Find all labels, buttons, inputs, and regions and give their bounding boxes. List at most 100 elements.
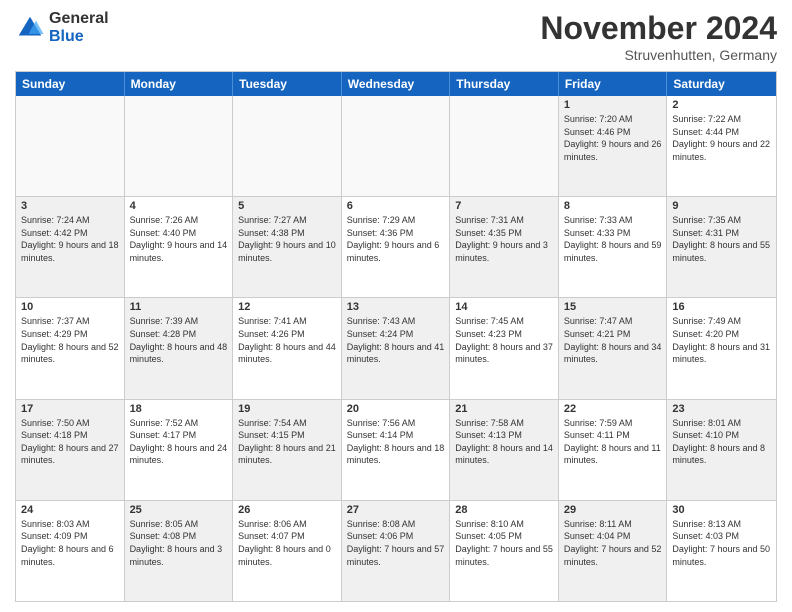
title-section: November 2024 Struvenhutten, Germany (540, 10, 777, 63)
calendar-cell: 8Sunrise: 7:33 AM Sunset: 4:33 PM Daylig… (559, 197, 668, 297)
day-number: 7 (455, 200, 553, 212)
calendar-week-0: 1Sunrise: 7:20 AM Sunset: 4:46 PM Daylig… (16, 96, 776, 197)
calendar-cell: 25 Sunrise: 8:05 AM Sunset: 4:08 PM Dayli… (125, 501, 234, 601)
calendar-cell: 28 Sunrise: 8:10 AM Sunset: 4:05 PM Dayli… (450, 501, 559, 601)
day-number: 15 (564, 301, 662, 313)
cell-info: Sunrise: 7:29 AM Sunset: 4:36 PM Dayligh… (347, 214, 445, 264)
calendar-week-1: 3Sunrise: 7:24 AM Sunset: 4:42 PM Daylig… (16, 197, 776, 298)
day-number: 10 (21, 301, 119, 313)
calendar-cell: 3Sunrise: 7:24 AM Sunset: 4:42 PM Daylig… (16, 197, 125, 297)
day-number: 6 (347, 200, 445, 212)
header-day-wednesday: Wednesday (342, 72, 451, 96)
day-number: 30 (672, 504, 771, 516)
cell-info: Sunrise: 7:35 AM Sunset: 4:31 PM Dayligh… (672, 214, 771, 264)
calendar-cell: 6 Sunrise: 7:29 AM Sunset: 4:36 PM Daylig… (342, 197, 451, 297)
day-number: 14 (455, 301, 553, 313)
calendar-cell: 2Sunrise: 7:22 AM Sunset: 4:44 PM Daylig… (667, 96, 776, 196)
day-number: 26 (238, 504, 336, 516)
cell-info: Sunrise: 7:56 AM Sunset: 4:14 PM Dayligh… (347, 417, 445, 467)
cell-info: Sunrise: 7:41 AM Sunset: 4:26 PM Dayligh… (238, 315, 336, 365)
calendar-cell: 17 Sunrise: 7:50 AM Sunset: 4:18 PM Dayli… (16, 400, 125, 500)
day-number: 13 (347, 301, 445, 313)
header-day-thursday: Thursday (450, 72, 559, 96)
header-day-sunday: Sunday (16, 72, 125, 96)
cell-info: Sunrise: 7:54 AM Sunset: 4:15 PM Dayligh… (238, 417, 336, 467)
day-number: 9 (672, 200, 771, 212)
calendar-cell: 14 Sunrise: 7:45 AM Sunset: 4:23 PM Dayli… (450, 298, 559, 398)
cell-info: Sunrise: 7:58 AM Sunset: 4:13 PM Dayligh… (455, 417, 553, 467)
logo-general: General (49, 10, 109, 28)
calendar-cell: 16 Sunrise: 7:49 AM Sunset: 4:20 PM Dayli… (667, 298, 776, 398)
cell-info: Sunrise: 7:31 AM Sunset: 4:35 PM Dayligh… (455, 214, 553, 264)
calendar-week-2: 10 Sunrise: 7:37 AM Sunset: 4:29 PM Dayli… (16, 298, 776, 399)
cell-info: Sunrise: 7:45 AM Sunset: 4:23 PM Dayligh… (455, 315, 553, 365)
cell-info: Sunrise: 8:10 AM Sunset: 4:05 PM Dayligh… (455, 518, 553, 568)
day-number: 28 (455, 504, 553, 516)
logo-icon (15, 13, 45, 43)
header-day-monday: Monday (125, 72, 234, 96)
header: General Blue November 2024 Struvenhutten… (15, 10, 777, 63)
calendar-cell: 30 Sunrise: 8:13 AM Sunset: 4:03 PM Dayli… (667, 501, 776, 601)
calendar-cell: 15 Sunrise: 7:47 AM Sunset: 4:21 PM Dayli… (559, 298, 668, 398)
cell-info: Sunrise: 7:24 AM Sunset: 4:42 PM Dayligh… (21, 214, 119, 264)
calendar-cell: 7 Sunrise: 7:31 AM Sunset: 4:35 PM Daylig… (450, 197, 559, 297)
calendar-cell (233, 96, 342, 196)
calendar-cell (342, 96, 451, 196)
calendar-cell: 27 Sunrise: 8:08 AM Sunset: 4:06 PM Dayli… (342, 501, 451, 601)
logo-blue: Blue (49, 28, 109, 46)
calendar-cell: 10 Sunrise: 7:37 AM Sunset: 4:29 PM Dayli… (16, 298, 125, 398)
day-number: 22 (564, 403, 662, 415)
calendar-cell: 24 Sunrise: 8:03 AM Sunset: 4:09 PM Dayli… (16, 501, 125, 601)
cell-info: Sunrise: 7:59 AM Sunset: 4:11 PM Dayligh… (564, 417, 662, 467)
calendar: SundayMondayTuesdayWednesdayThursdayFrid… (15, 71, 777, 602)
cell-info: Sunrise: 8:11 AM Sunset: 4:04 PM Dayligh… (564, 518, 662, 568)
cell-info: Sunrise: 7:26 AM Sunset: 4:40 PM Dayligh… (130, 214, 228, 264)
calendar-cell: 23Sunrise: 8:01 AM Sunset: 4:10 PM Dayli… (667, 400, 776, 500)
cell-info: Sunrise: 7:52 AM Sunset: 4:17 PM Dayligh… (130, 417, 228, 467)
month-title: November 2024 (540, 10, 777, 47)
page: General Blue November 2024 Struvenhutten… (0, 0, 792, 612)
calendar-cell: 29Sunrise: 8:11 AM Sunset: 4:04 PM Dayli… (559, 501, 668, 601)
day-number: 25 (130, 504, 228, 516)
calendar-cell: 11 Sunrise: 7:39 AM Sunset: 4:28 PM Dayli… (125, 298, 234, 398)
day-number: 21 (455, 403, 553, 415)
cell-info: Sunrise: 7:50 AM Sunset: 4:18 PM Dayligh… (21, 417, 119, 467)
day-number: 20 (347, 403, 445, 415)
day-number: 1 (564, 99, 662, 111)
calendar-cell: 4 Sunrise: 7:26 AM Sunset: 4:40 PM Daylig… (125, 197, 234, 297)
calendar-cell: 21 Sunrise: 7:58 AM Sunset: 4:13 PM Dayli… (450, 400, 559, 500)
cell-info: Sunrise: 8:01 AM Sunset: 4:10 PM Dayligh… (672, 417, 771, 467)
header-day-friday: Friday (559, 72, 668, 96)
day-number: 24 (21, 504, 119, 516)
calendar-header: SundayMondayTuesdayWednesdayThursdayFrid… (16, 72, 776, 96)
calendar-cell (450, 96, 559, 196)
cell-info: Sunrise: 7:37 AM Sunset: 4:29 PM Dayligh… (21, 315, 119, 365)
calendar-cell: 20 Sunrise: 7:56 AM Sunset: 4:14 PM Dayli… (342, 400, 451, 500)
header-day-tuesday: Tuesday (233, 72, 342, 96)
day-number: 2 (672, 99, 771, 111)
cell-info: Sunrise: 8:08 AM Sunset: 4:06 PM Dayligh… (347, 518, 445, 568)
day-number: 11 (130, 301, 228, 313)
logo-text: General Blue (49, 10, 109, 45)
day-number: 4 (130, 200, 228, 212)
day-number: 27 (347, 504, 445, 516)
logo: General Blue (15, 10, 109, 45)
calendar-cell: 1Sunrise: 7:20 AM Sunset: 4:46 PM Daylig… (559, 96, 668, 196)
calendar-cell (16, 96, 125, 196)
header-day-saturday: Saturday (667, 72, 776, 96)
cell-info: Sunrise: 7:49 AM Sunset: 4:20 PM Dayligh… (672, 315, 771, 365)
day-number: 16 (672, 301, 771, 313)
day-number: 17 (21, 403, 119, 415)
cell-info: Sunrise: 7:47 AM Sunset: 4:21 PM Dayligh… (564, 315, 662, 365)
location: Struvenhutten, Germany (540, 47, 777, 63)
day-number: 12 (238, 301, 336, 313)
cell-info: Sunrise: 8:05 AM Sunset: 4:08 PM Dayligh… (130, 518, 228, 568)
calendar-cell: 22 Sunrise: 7:59 AM Sunset: 4:11 PM Dayli… (559, 400, 668, 500)
calendar-week-3: 17 Sunrise: 7:50 AM Sunset: 4:18 PM Dayli… (16, 400, 776, 501)
calendar-cell (125, 96, 234, 196)
cell-info: Sunrise: 7:43 AM Sunset: 4:24 PM Dayligh… (347, 315, 445, 365)
cell-info: Sunrise: 7:39 AM Sunset: 4:28 PM Dayligh… (130, 315, 228, 365)
cell-info: Sunrise: 8:03 AM Sunset: 4:09 PM Dayligh… (21, 518, 119, 568)
cell-info: Sunrise: 8:13 AM Sunset: 4:03 PM Dayligh… (672, 518, 771, 568)
cell-info: Sunrise: 7:33 AM Sunset: 4:33 PM Dayligh… (564, 214, 662, 264)
